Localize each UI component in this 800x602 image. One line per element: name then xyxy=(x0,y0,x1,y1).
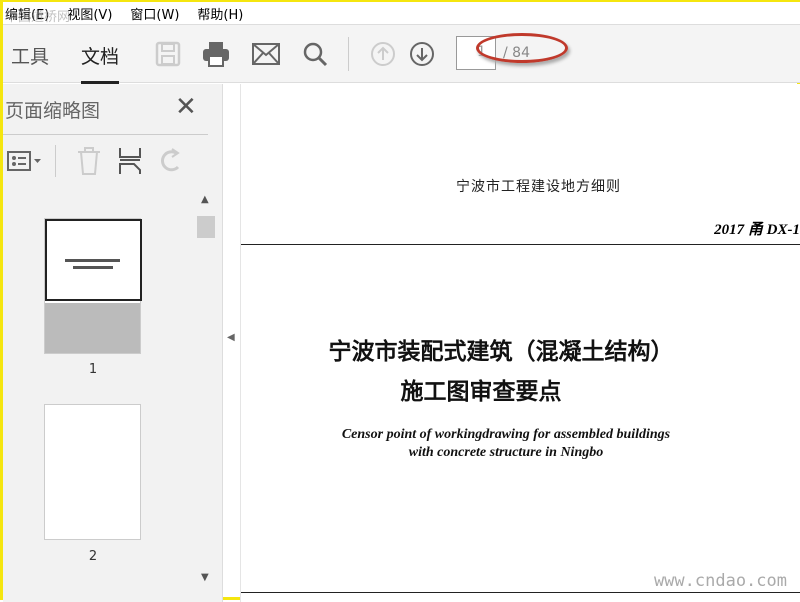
thumbnail-panel: 页面缩略图 ✕ ▲ ▼ 1 2 xyxy=(3,84,223,602)
options-menu-icon[interactable] xyxy=(7,151,43,175)
print-icon[interactable] xyxy=(201,39,231,69)
thumbnail-label: 1 xyxy=(88,362,98,377)
panel-toolbar xyxy=(3,134,208,186)
header-rule xyxy=(241,244,800,245)
scrollbar[interactable]: ▲ ▼ xyxy=(197,194,215,594)
page-thumbnail-1[interactable] xyxy=(44,218,142,354)
doc-subtitle: 施工图审查要点 xyxy=(400,379,562,405)
extract-page-icon[interactable] xyxy=(118,147,142,179)
rotate-icon[interactable] xyxy=(158,147,184,179)
tab-document[interactable]: 文档 xyxy=(81,42,120,84)
doc-header: 宁波市工程建设地方细则 xyxy=(456,179,621,195)
page-thumbnail-2[interactable] xyxy=(44,404,141,540)
close-icon[interactable]: ✕ xyxy=(175,92,197,122)
search-icon[interactable] xyxy=(300,39,330,69)
menu-view[interactable]: 视图(V) xyxy=(67,4,112,23)
email-icon[interactable] xyxy=(251,39,281,69)
watermark: www.cndao.com xyxy=(653,571,787,591)
save-icon[interactable] xyxy=(153,39,183,69)
thumbnail-label: 2 xyxy=(88,549,98,564)
menu-window[interactable]: 窗口(W) xyxy=(130,4,179,23)
delete-icon[interactable] xyxy=(77,147,101,179)
highlight-annotation xyxy=(476,33,568,63)
menu-help[interactable]: 帮助(H) xyxy=(197,4,243,23)
doc-code: 2017 甬 DX-1 xyxy=(714,222,800,238)
toolbar: 工具 文档 1 / 84 xyxy=(3,25,800,84)
tab-tools[interactable]: 工具 xyxy=(11,42,49,69)
doc-title: 宁波市装配式建筑（混凝土结构） xyxy=(328,339,674,365)
panel-title: 页面缩略图 xyxy=(5,100,101,122)
divider xyxy=(348,37,349,71)
collapse-panel-icon[interactable]: ◀ xyxy=(227,332,235,343)
divider xyxy=(55,145,56,177)
previous-page-icon[interactable] xyxy=(368,39,398,69)
watermark-top: 中国道桥网 xyxy=(5,10,71,25)
bottom-rule xyxy=(241,592,800,593)
next-page-icon[interactable] xyxy=(407,39,437,69)
menu-bar: 编辑(E) 视图(V) 窗口(W) 帮助(H) 中国道桥网 xyxy=(3,2,800,25)
doc-english-title: Censor point of workingdrawing for assem… xyxy=(341,427,671,460)
document-page: 宁波市工程建设地方细则 2017 甬 DX-1 宁波市装配式建筑（混凝土结构） … xyxy=(240,84,800,602)
